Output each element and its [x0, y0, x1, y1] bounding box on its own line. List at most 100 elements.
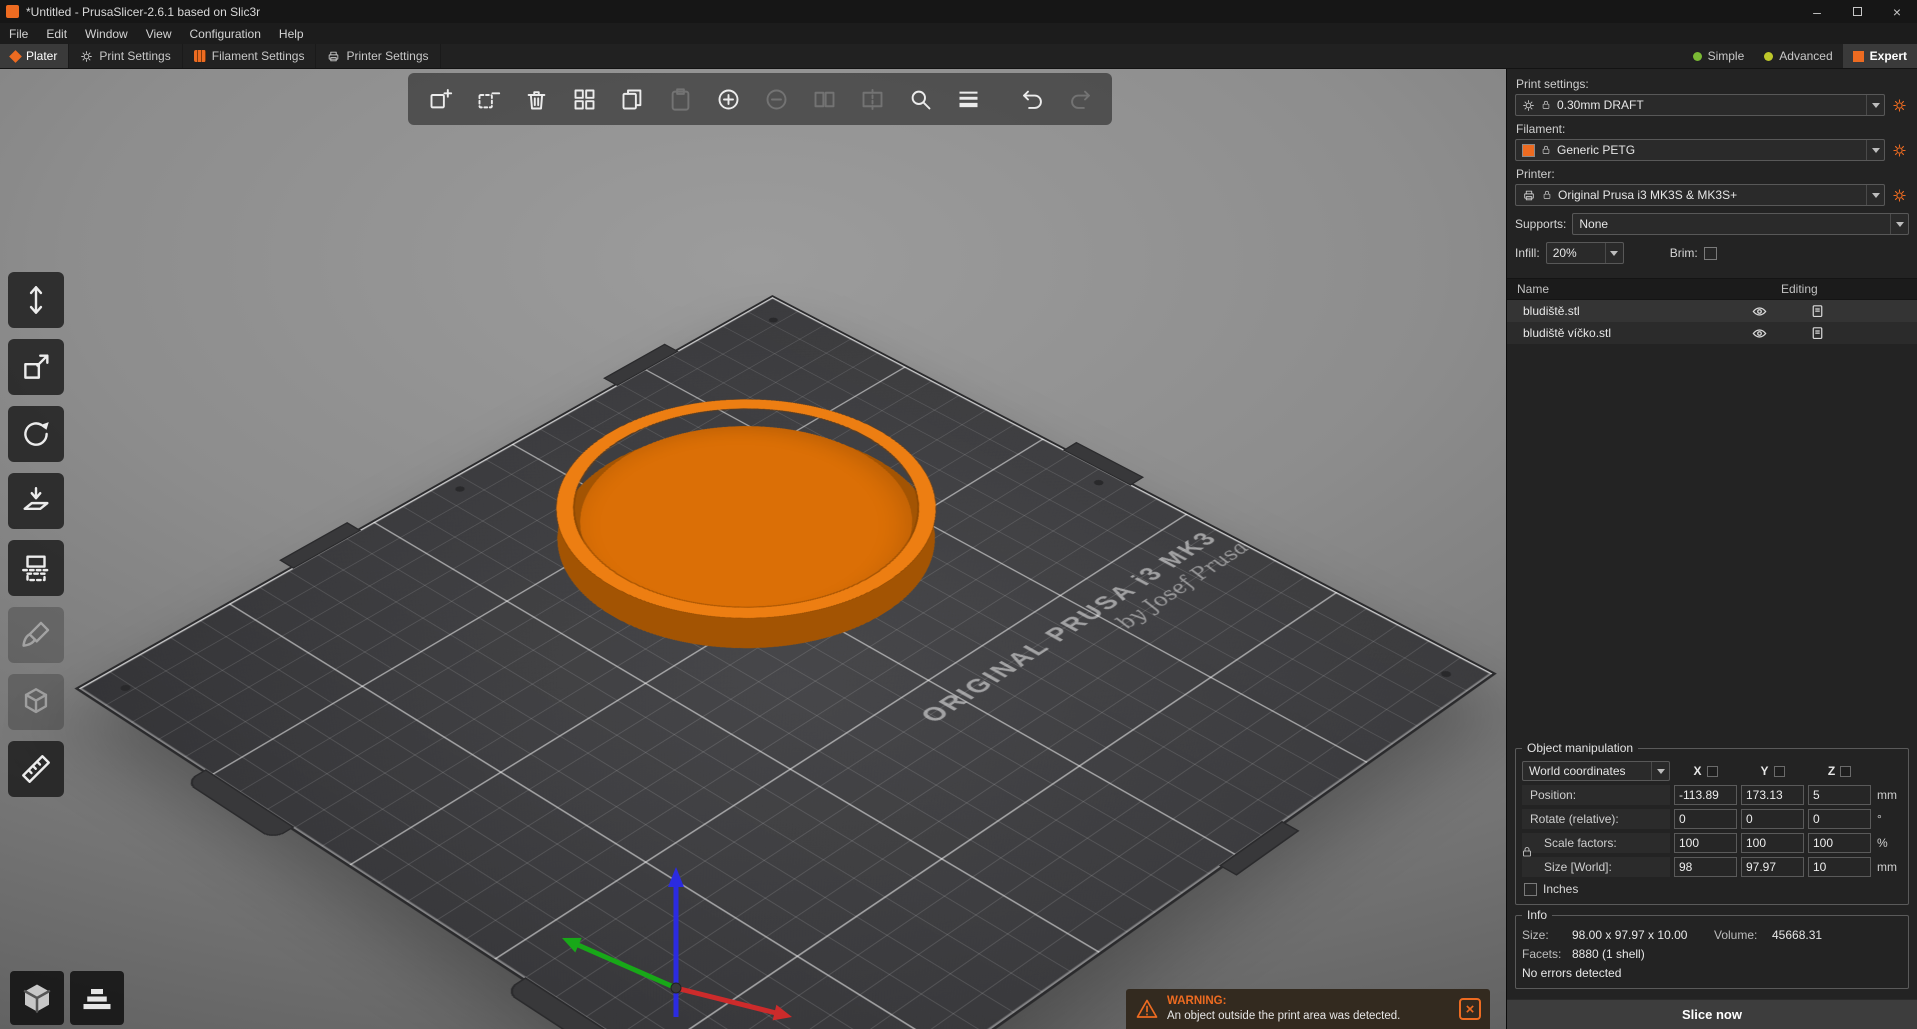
add-button[interactable] — [418, 77, 462, 121]
mode-advanced[interactable]: Advanced — [1754, 44, 1842, 68]
search-button[interactable] — [898, 77, 942, 121]
table-row[interactable]: bludiště.stl — [1507, 300, 1917, 322]
rotate-z-input[interactable] — [1808, 809, 1871, 829]
split-to-parts-button[interactable] — [850, 77, 894, 121]
3d-viewport[interactable]: ORIGINAL PRUSA i3 MK3 by Josef Prusa — [0, 69, 1506, 1029]
printer-settings-icon — [327, 50, 340, 63]
uniform-scale-lock-icon[interactable] — [1521, 845, 1533, 859]
object-list-header: Name Editing — [1507, 278, 1917, 300]
facets-info-value: 8880 (1 shell) — [1572, 947, 1902, 961]
slice-now-button[interactable]: Slice now — [1507, 999, 1917, 1029]
warning-close-button[interactable]: × — [1459, 998, 1481, 1020]
move-tool-button[interactable] — [8, 272, 64, 328]
x-axis-checkbox[interactable] — [1707, 766, 1718, 777]
close-button[interactable]: × — [1877, 0, 1917, 23]
seam-painting-tool-button[interactable] — [8, 674, 64, 730]
preview-view-button[interactable] — [70, 971, 124, 1025]
simple-mode-dot-icon — [1693, 52, 1702, 61]
delete-button[interactable] — [466, 77, 510, 121]
size-z-input[interactable] — [1808, 857, 1871, 877]
menu-configuration[interactable]: Configuration — [181, 23, 270, 44]
brim-checkbox[interactable] — [1704, 247, 1717, 260]
menu-help[interactable]: Help — [270, 23, 313, 44]
measure-tool-button[interactable] — [8, 741, 64, 797]
menu-window[interactable]: Window — [76, 23, 137, 44]
redo-button[interactable] — [1058, 77, 1102, 121]
info-title: Info — [1522, 908, 1552, 922]
tab-plater[interactable]: Plater — [0, 44, 69, 68]
facets-info-label: Facets: — [1522, 947, 1572, 961]
dropdown-arrow-icon — [1866, 140, 1884, 160]
minimize-button[interactable]: – — [1797, 0, 1837, 23]
menu-file[interactable]: File — [0, 23, 37, 44]
rotate-x-input[interactable] — [1674, 809, 1737, 829]
copy-button[interactable] — [610, 77, 654, 121]
y-axis-checkbox[interactable] — [1774, 766, 1785, 777]
size-y-input[interactable] — [1741, 857, 1804, 877]
variable-layer-height-button[interactable] — [946, 77, 990, 121]
coordinates-combo[interactable]: World coordinates — [1522, 761, 1670, 781]
tab-printer-settings[interactable]: Printer Settings — [316, 44, 440, 68]
arrange-button[interactable] — [562, 77, 606, 121]
object-manipulation-panel: Object manipulation World coordinates X … — [1515, 748, 1909, 905]
rotate-tool-button[interactable] — [8, 406, 64, 462]
add-instance-button[interactable] — [706, 77, 750, 121]
menu-edit[interactable]: Edit — [37, 23, 76, 44]
view-mode-buttons — [10, 971, 124, 1025]
paint-on-supports-tool-button[interactable] — [8, 607, 64, 663]
printer-label: Printer: — [1516, 167, 1908, 181]
menu-view[interactable]: View — [137, 23, 181, 44]
size-info-label: Size: — [1522, 928, 1572, 942]
maximize-button[interactable] — [1837, 0, 1877, 23]
tab-filament-settings[interactable]: Filament Settings — [183, 44, 317, 68]
infill-combo[interactable]: 20% — [1546, 242, 1624, 264]
cut-tool-button[interactable] — [8, 540, 64, 596]
undo-button[interactable] — [1010, 77, 1054, 121]
lock-icon — [1541, 99, 1551, 111]
warning-toast: WARNING: An object outside the print are… — [1126, 989, 1490, 1029]
position-y-input[interactable] — [1741, 785, 1804, 805]
inches-checkbox[interactable] — [1524, 883, 1537, 896]
gear-icon — [1892, 98, 1907, 113]
table-row[interactable]: bludiště víčko.stl — [1507, 322, 1917, 344]
position-z-input[interactable] — [1808, 785, 1871, 805]
printer-combo[interactable]: Original Prusa i3 MK3S & MK3S+ — [1515, 184, 1885, 206]
printer-gear-button[interactable] — [1889, 185, 1909, 205]
filament-combo[interactable]: Generic PETG — [1515, 139, 1885, 161]
visibility-eye-button[interactable] — [1737, 325, 1781, 342]
visibility-eye-button[interactable] — [1737, 303, 1781, 320]
info-panel: Info Size: 98.00 x 97.97 x 10.00 Volume:… — [1515, 915, 1909, 989]
tab-print-settings[interactable]: Print Settings — [69, 44, 182, 68]
inches-label: Inches — [1543, 882, 1578, 896]
warning-icon — [1135, 997, 1159, 1021]
paste-button[interactable] — [658, 77, 702, 121]
scale-x-input[interactable] — [1674, 833, 1737, 853]
scale-z-input[interactable] — [1808, 833, 1871, 853]
split-to-objects-button[interactable] — [802, 77, 846, 121]
position-x-input[interactable] — [1674, 785, 1737, 805]
place-on-face-tool-button[interactable] — [8, 473, 64, 529]
mode-switcher: Simple Advanced Expert — [1683, 44, 1917, 68]
size-x-input[interactable] — [1674, 857, 1737, 877]
print-settings-combo[interactable]: 0.30mm DRAFT — [1515, 94, 1885, 116]
print-settings-gear-button[interactable] — [1889, 95, 1909, 115]
prusaslicer-window: *Untitled - PrusaSlicer-2.6.1 based on S… — [0, 0, 1917, 1029]
scale-y-input[interactable] — [1741, 833, 1804, 853]
rotate-y-input[interactable] — [1741, 809, 1804, 829]
print-settings-label: Print settings: — [1516, 77, 1908, 91]
scale-tool-button[interactable] — [8, 339, 64, 395]
3d-editor-view-button[interactable] — [10, 971, 64, 1025]
editing-button[interactable] — [1781, 303, 1853, 320]
z-axis-checkbox[interactable] — [1840, 766, 1851, 777]
remove-instance-button[interactable] — [754, 77, 798, 121]
window-title: *Untitled - PrusaSlicer-2.6.1 based on S… — [26, 5, 260, 19]
filament-label: Filament: — [1516, 122, 1908, 136]
filament-gear-button[interactable] — [1889, 140, 1909, 160]
supports-combo[interactable]: None — [1572, 213, 1909, 235]
mode-simple[interactable]: Simple — [1683, 44, 1755, 68]
object-manipulation-title: Object manipulation — [1522, 741, 1638, 755]
mode-expert[interactable]: Expert — [1843, 44, 1917, 68]
delete-all-button[interactable] — [514, 77, 558, 121]
expert-mode-square-icon — [1853, 51, 1864, 62]
editing-button[interactable] — [1781, 325, 1853, 342]
